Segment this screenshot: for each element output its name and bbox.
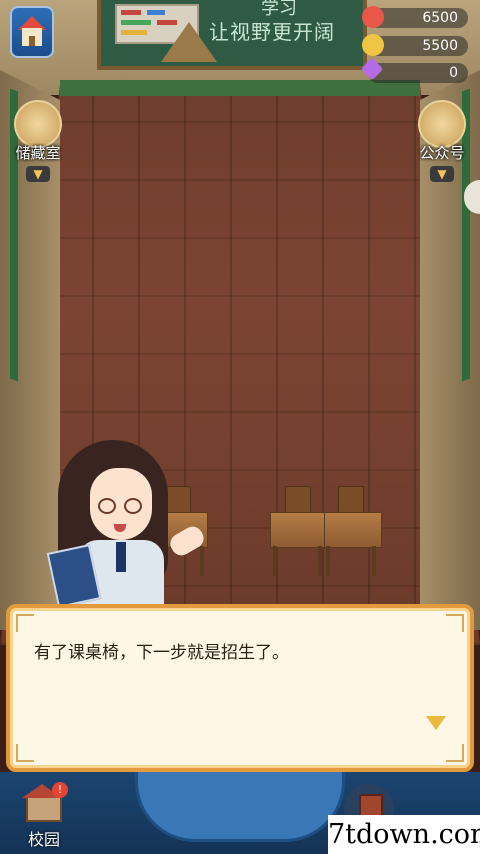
chalkboard: 学习 让视野更开阔: [97, 0, 367, 70]
chair: [338, 486, 364, 514]
campus-label: 校园: [27, 830, 60, 849]
chevron-down-icon: ▼: [26, 166, 50, 182]
teacher-character: [40, 440, 210, 610]
continue-arrow-icon[interactable]: [426, 716, 446, 730]
home-button[interactable]: [10, 6, 54, 58]
heart-icon: [362, 6, 384, 28]
official-account-label: 公众号: [419, 144, 465, 162]
watermark: 7tdown.com: [328, 815, 480, 854]
dialog-text: 有了课桌椅，下一步就是招生了。: [34, 643, 289, 663]
storage-room-button[interactable]: 储藏室 ▼: [12, 100, 64, 190]
alert-badge: !: [52, 782, 68, 798]
storage-room-label: 储藏室: [15, 144, 61, 162]
character-bow-tie: [116, 542, 126, 572]
desk[interactable]: [270, 512, 328, 548]
character-hand: [166, 522, 208, 560]
school-icon: !: [22, 782, 68, 822]
official-account-button[interactable]: 公众号 ▼: [416, 100, 468, 190]
coins-value: 5500: [422, 38, 458, 54]
glasses-right: [124, 498, 142, 514]
board-text: 让视野更开阔: [209, 20, 335, 44]
chevron-down-icon: ▼: [430, 166, 454, 182]
glasses-left: [98, 498, 116, 514]
chair: [285, 486, 311, 514]
phone-icon: [418, 100, 466, 148]
dialog-box[interactable]: 有了课桌椅，下一步就是招生了。: [6, 604, 474, 772]
desk[interactable]: [324, 512, 382, 548]
floor-baseboard: [60, 80, 420, 96]
bottom-nav-notch: [135, 772, 345, 842]
gems-value: 0: [449, 65, 458, 81]
coin-icon: [362, 34, 384, 56]
campus-button[interactable]: ! 校园: [12, 780, 76, 850]
boxes-icon: [14, 100, 62, 148]
gems-counter: 0: [368, 63, 468, 83]
hearts-value: 6500: [422, 10, 458, 26]
